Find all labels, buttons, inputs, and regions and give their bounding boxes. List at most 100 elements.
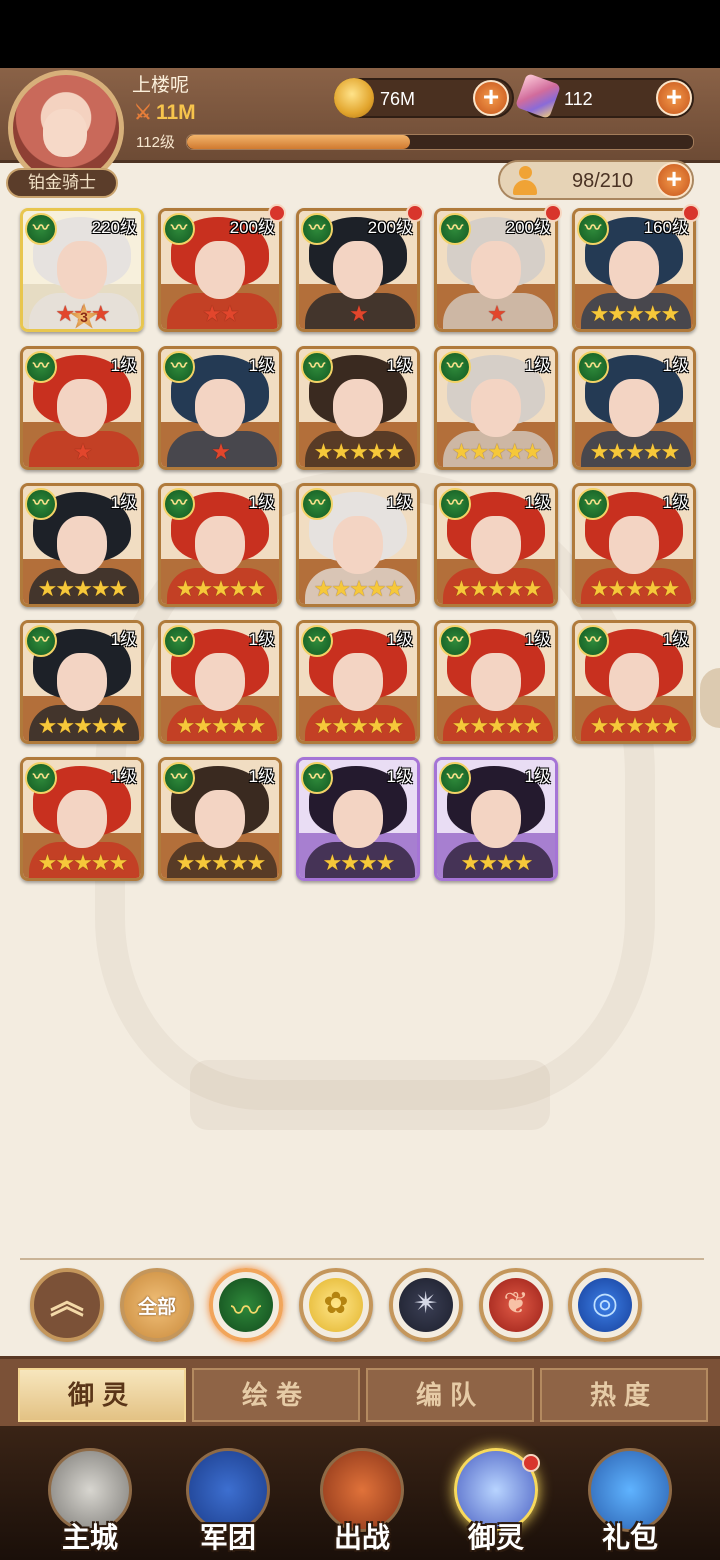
tab-popularity[interactable]: 热度 xyxy=(540,1368,708,1422)
hero-card[interactable]: 〰 1级 ★★★★ xyxy=(296,757,420,881)
tab-formation[interactable]: 编队 xyxy=(366,1368,534,1422)
hero-card[interactable]: 〰 1级 ★★★★★ xyxy=(572,483,696,607)
power-display: ⚔ 11M xyxy=(134,100,196,125)
nav-main-city[interactable]: 主城 xyxy=(30,1432,150,1558)
side-drawer-handle[interactable] xyxy=(700,668,720,728)
filter-all-label: 全部 xyxy=(137,1297,176,1318)
nav-main-city-label: 主城 xyxy=(61,1522,118,1553)
hero-stars: ★★★★★ xyxy=(575,301,693,327)
nav-heroes[interactable]: 御灵 xyxy=(436,1432,556,1558)
hero-stars: ★★★★★ xyxy=(437,576,555,602)
hero-card[interactable]: 〰 1级 ★ xyxy=(158,346,282,470)
star-icon: ★ xyxy=(331,439,351,464)
hero-card[interactable]: 〰 200级 ★ xyxy=(296,208,420,332)
nav-battle[interactable]: 出战 xyxy=(302,1432,422,1558)
star-icon: ★ xyxy=(73,850,93,875)
hero-level: 1级 xyxy=(524,767,551,786)
hero-face xyxy=(609,241,659,299)
tab-gallery[interactable]: 绘卷 xyxy=(192,1368,360,1422)
nature-faction-icon: 〰 xyxy=(301,351,333,383)
background-ribbon xyxy=(190,1060,550,1130)
hero-card[interactable]: 〰 1级 ★★★★★ xyxy=(158,483,282,607)
avatar-face xyxy=(43,109,87,157)
filter-star-button[interactable]: ✴ xyxy=(389,1268,463,1342)
star-icon: ★ xyxy=(607,439,627,464)
nav-legion[interactable]: 军团 xyxy=(168,1432,288,1558)
hero-face xyxy=(471,516,521,574)
hero-level: 1级 xyxy=(524,630,551,649)
star-icon: ★ xyxy=(625,301,645,326)
hero-card[interactable]: 〰 1级 ★★★★★ xyxy=(572,346,696,470)
hero-face xyxy=(57,790,107,848)
hero-level: 1级 xyxy=(524,356,551,375)
nature-faction-icon: 〰 xyxy=(301,488,333,520)
hero-card[interactable]: 〰 200级 ★ xyxy=(434,208,558,332)
hero-card[interactable]: 〰 1级 ★★★★★ xyxy=(434,483,558,607)
hero-card[interactable]: 〰 1级 ★★★★★ xyxy=(572,620,696,744)
hero-stars: ★★★★★ xyxy=(575,713,693,739)
hero-card[interactable]: 〰 200级 ★★ xyxy=(158,208,282,332)
nature-faction-icon: 〰 xyxy=(577,213,609,245)
star-icon: ★ xyxy=(175,713,196,738)
collapse-button[interactable]: ︽ xyxy=(30,1268,104,1342)
hero-card[interactable]: 〰 160级 ★★★★★ xyxy=(572,208,696,332)
hero-card[interactable]: 〰 1级 ★★★★ xyxy=(434,757,558,881)
filter-nature-button[interactable]: 〰 xyxy=(209,1268,283,1342)
hero-card[interactable]: 〰220级★★★3 xyxy=(20,208,144,332)
star-icon: ★ xyxy=(660,713,681,738)
hero-card[interactable]: 〰 1级 ★★★★★ xyxy=(20,757,144,881)
nav-gift-pack[interactable]: 礼包 xyxy=(570,1432,690,1558)
star-icon: ★ xyxy=(384,713,405,738)
hero-card[interactable]: 〰 1级 ★★★★★ xyxy=(158,620,282,744)
hero-stars: ★★★★★ xyxy=(437,713,555,739)
hero-stars: ★★★★★ xyxy=(575,578,693,602)
star-icon: ★ xyxy=(522,713,543,738)
nature-faction-icon: 〰 xyxy=(577,351,609,383)
hero-face xyxy=(57,241,107,299)
nature-faction-icon: 〰 xyxy=(163,213,195,245)
add-gems-button[interactable]: + xyxy=(656,80,692,116)
hero-face xyxy=(195,241,245,299)
hero-card[interactable]: 〰 1级 ★★★★★ xyxy=(20,620,144,744)
hero-face xyxy=(333,790,383,848)
star-icon: ★ xyxy=(73,439,93,464)
hero-card[interactable]: 〰 1级 ★★★★★ xyxy=(434,346,558,470)
hero-level: 1级 xyxy=(524,493,551,512)
filter-phoenix-button[interactable]: ❦ xyxy=(479,1268,553,1342)
star-icon: ★ xyxy=(366,713,387,738)
hero-card[interactable]: 〰 1级 ★★★★★ xyxy=(296,346,420,470)
star-icon: ★ xyxy=(589,301,610,326)
star-icon: ★ xyxy=(469,439,489,464)
star-icon: ★ xyxy=(349,576,369,601)
star-icon: ★ xyxy=(487,301,507,326)
nav-heroes-label: 御灵 xyxy=(467,1522,524,1553)
nav-legion-label: 军团 xyxy=(199,1522,256,1553)
filter-water-button[interactable]: ◎ xyxy=(568,1268,642,1342)
hero-level: 1级 xyxy=(662,493,689,512)
nature-faction-icon: 〰 xyxy=(439,351,471,383)
hero-stars: ★ xyxy=(437,301,555,327)
tab-heroes[interactable]: 御灵 xyxy=(18,1368,186,1422)
player-level: 112级 xyxy=(136,134,175,151)
hero-card[interactable]: 〰 1级 ★ xyxy=(20,346,144,470)
star-icon: ★ xyxy=(451,576,472,601)
hero-card[interactable]: 〰 1级 ★★★★★ xyxy=(158,757,282,881)
hero-face xyxy=(471,653,521,711)
hero-face xyxy=(57,516,107,574)
expand-capacity-button[interactable]: + xyxy=(656,162,692,198)
hero-face xyxy=(333,653,383,711)
add-coins-button[interactable]: + xyxy=(473,80,509,116)
star-icon: ★ xyxy=(460,850,481,875)
nav-gift-pack-label: 礼包 xyxy=(601,1522,658,1553)
filter-all-button[interactable]: 全部 xyxy=(120,1268,194,1342)
crossed-swords-icon: ⚔ xyxy=(134,102,152,124)
hero-card[interactable]: 〰 1级 ★★★★★ xyxy=(20,483,144,607)
filter-rose-button[interactable]: ✿ xyxy=(299,1268,373,1342)
hero-stars: ★★★★ xyxy=(437,850,555,876)
hero-card[interactable]: 〰 1级 ★★★★★ xyxy=(296,620,420,744)
nature-faction-icon: 〰 xyxy=(25,762,57,794)
hero-card[interactable]: 〰 1级 ★★★★★ xyxy=(434,620,558,744)
hero-level: 1级 xyxy=(386,493,413,512)
nature-faction-icon: 〰 xyxy=(439,488,471,520)
hero-card[interactable]: 〰 1级 ★★★★★ xyxy=(296,483,420,607)
